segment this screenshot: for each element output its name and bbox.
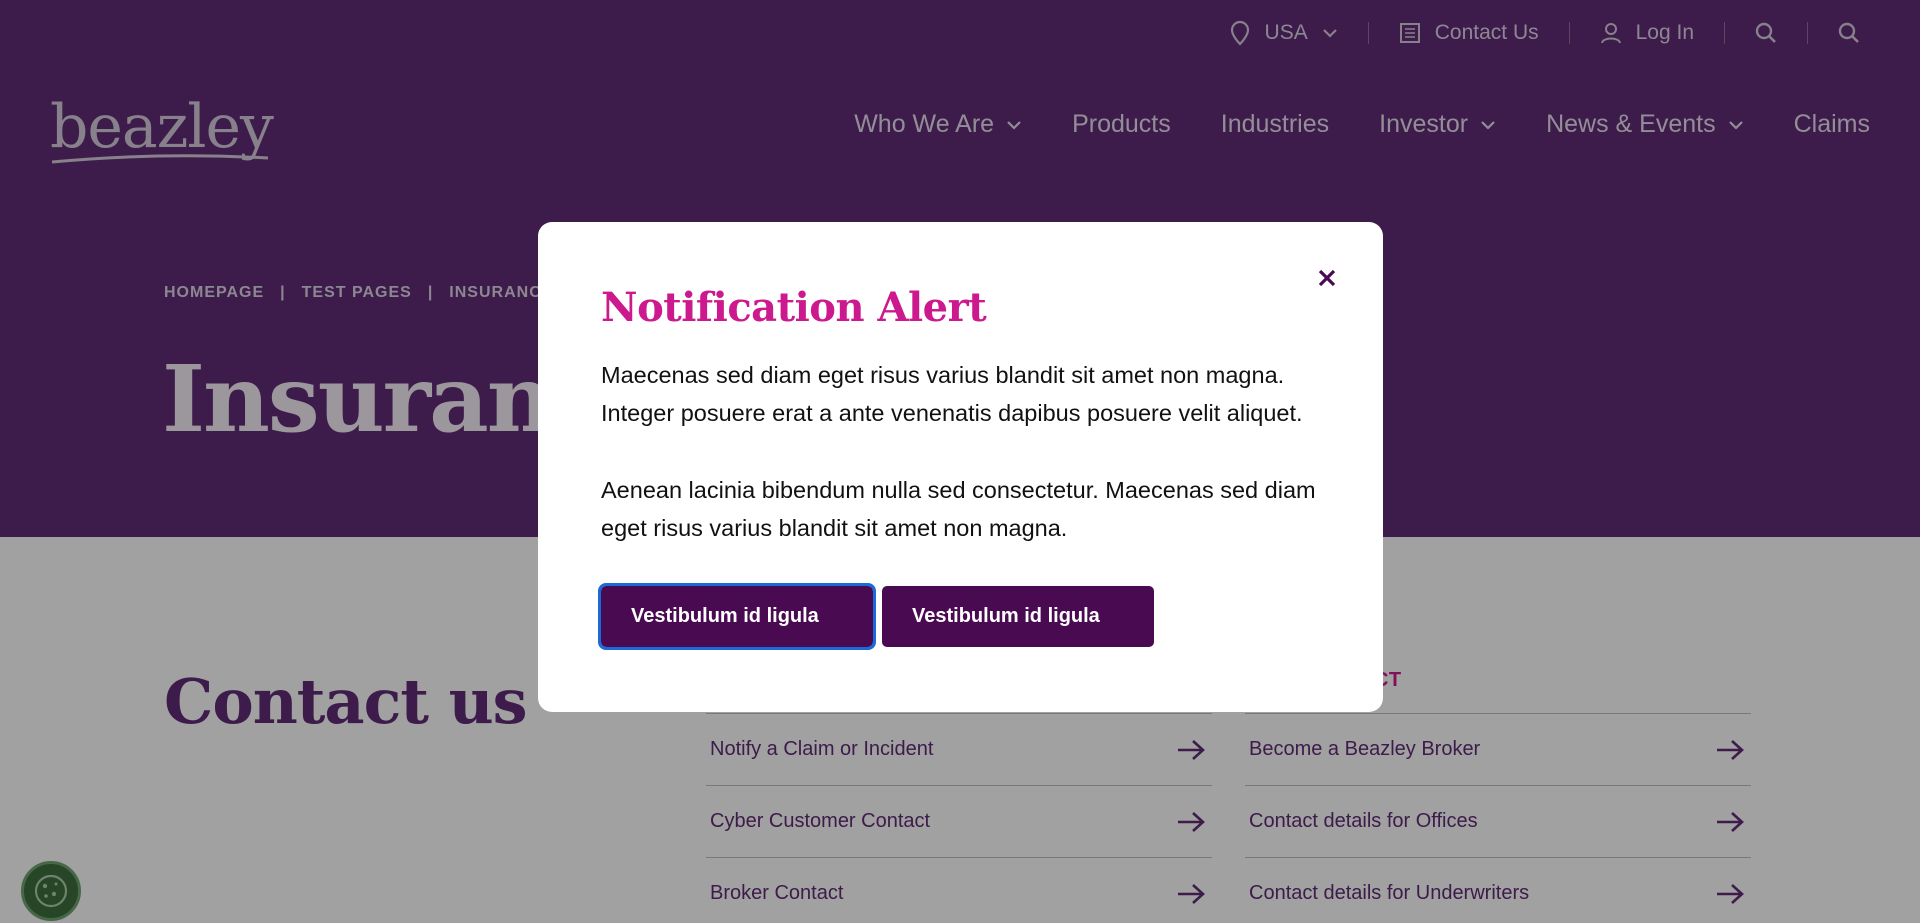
modal-paragraph: Maecenas sed diam eget risus varius blan… [601, 362, 1303, 426]
secondary-action-button[interactable]: Vestibulum id ligula [882, 586, 1154, 647]
modal-title: Notification Alert [601, 284, 987, 331]
close-icon [1317, 268, 1337, 288]
notification-modal: Notification Alert Maecenas sed diam ege… [538, 222, 1383, 712]
close-button[interactable] [1311, 262, 1343, 294]
primary-action-button[interactable]: Vestibulum id ligula [598, 583, 876, 650]
modal-paragraph: Aenean lacinia bibendum nulla sed consec… [601, 477, 1316, 541]
